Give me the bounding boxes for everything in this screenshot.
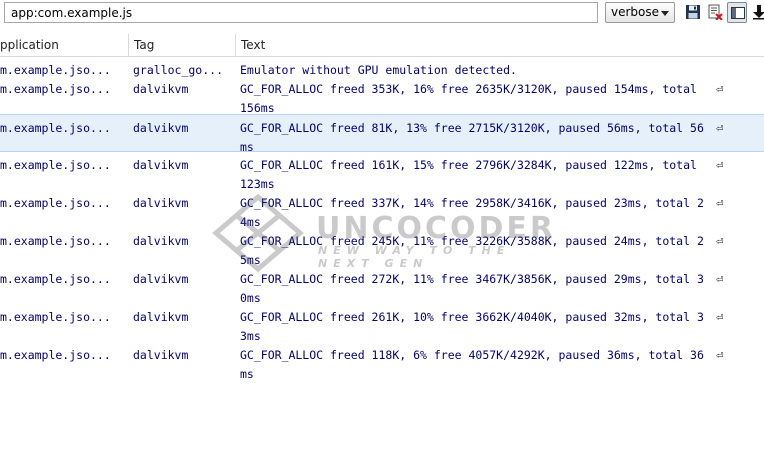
column-header-text[interactable]: Text: [235, 34, 764, 56]
column-header-application[interactable]: pplication: [0, 34, 128, 56]
log-level-value: verbose: [611, 5, 660, 19]
chevron-down-icon: [661, 11, 669, 16]
cell-tag: dalvikvm: [133, 158, 189, 172]
cell-tag: dalvikvm: [133, 196, 189, 210]
line-wrap-icon: ⏎: [716, 234, 724, 248]
column-header-tag[interactable]: Tag: [128, 34, 235, 56]
line-wrap-icon: ⏎: [716, 310, 724, 324]
cell-text-continuation: ms: [240, 367, 254, 381]
cell-tag: dalvikvm: [133, 348, 189, 362]
log-level-select[interactable]: verbose: [605, 2, 675, 23]
table-row[interactable]: m.example.jso... dalvikvm GC_FOR_ALLOC fre…: [0, 76, 764, 115]
logcat-toolbar: verbose: [0, 0, 764, 26]
column-header-row: pplication Tag Text: [0, 34, 764, 57]
line-wrap-icon: ⏎: [716, 158, 724, 172]
filter-input[interactable]: [4, 2, 598, 23]
arrow-down-icon: [753, 5, 764, 20]
cell-application: m.example.jso...: [0, 348, 111, 362]
line-wrap-icon: ⏎: [716, 272, 724, 286]
cell-application: m.example.jso...: [0, 158, 111, 172]
cell-application: m.example.jso...: [0, 272, 111, 286]
cell-application: m.example.jso...: [0, 82, 111, 96]
cell-text-line: GC_FOR_ALLOC freed 272K, 11% free 3467K/…: [240, 272, 704, 286]
cell-tag: dalvikvm: [133, 82, 189, 96]
floppy-disk-icon: [686, 5, 700, 19]
cell-text-line: GC_FOR_ALLOC freed 118K, 6% free 4057K/4…: [240, 348, 704, 362]
table-row[interactable]: m.example.jso... dalvikvm GC_FOR_ALLOC fre…: [0, 228, 764, 267]
cell-text-line: GC_FOR_ALLOC freed 261K, 10% free 3662K/…: [240, 310, 704, 324]
panel-layout-icon: [731, 7, 745, 19]
cell-text-line: GC_FOR_ALLOC freed 353K, 16% free 2635K/…: [240, 82, 697, 96]
cell-tag: dalvikvm: [133, 310, 189, 324]
table-row[interactable]: m.example.jso... dalvikvm GC_FOR_ALLOC fre…: [0, 152, 764, 191]
line-wrap-icon: ⏎: [716, 82, 724, 96]
line-wrap-icon: ⏎: [716, 348, 724, 362]
cell-tag: dalvikvm: [133, 234, 189, 248]
cell-application: m.example.jso...: [0, 234, 111, 248]
cell-text-line: GC_FOR_ALLOC freed 81K, 13% free 2715K/3…: [240, 121, 704, 135]
cell-application: m.example.jso...: [0, 310, 111, 324]
line-wrap-icon: ⏎: [716, 121, 724, 135]
save-button[interactable]: [683, 2, 703, 23]
cell-text-line: GC_FOR_ALLOC freed 161K, 15% free 2796K/…: [240, 158, 697, 172]
cell-tag: dalvikvm: [133, 121, 189, 135]
table-row[interactable]: m.example.jso... dalvikvm GC_FOR_ALLOC fre…: [0, 342, 764, 381]
clear-log-icon: [708, 4, 723, 20]
cell-tag: dalvikvm: [133, 272, 189, 286]
cell-text-line: GC_FOR_ALLOC freed 337K, 14% free 2958K/…: [240, 196, 704, 210]
clear-log-button[interactable]: [705, 2, 725, 23]
toggle-filters-button[interactable]: [727, 2, 747, 23]
scroll-lock-button[interactable]: [750, 2, 764, 23]
line-wrap-icon: ⏎: [716, 196, 724, 210]
table-row[interactable]: m.example.jso... gralloc_go... Emulator wi…: [0, 57, 764, 77]
table-row[interactable]: m.example.jso... dalvikvm GC_FOR_ALLOC fre…: [0, 114, 764, 154]
cell-text-line: GC_FOR_ALLOC freed 245K, 11% free 3226K/…: [240, 234, 704, 248]
table-row[interactable]: m.example.jso... dalvikvm GC_FOR_ALLOC fre…: [0, 304, 764, 343]
table-row[interactable]: m.example.jso... dalvikvm GC_FOR_ALLOC fre…: [0, 190, 764, 229]
cell-application: m.example.jso...: [0, 196, 111, 210]
cell-application: m.example.jso...: [0, 121, 111, 135]
table-row[interactable]: m.example.jso... dalvikvm GC_FOR_ALLOC fre…: [0, 266, 764, 305]
